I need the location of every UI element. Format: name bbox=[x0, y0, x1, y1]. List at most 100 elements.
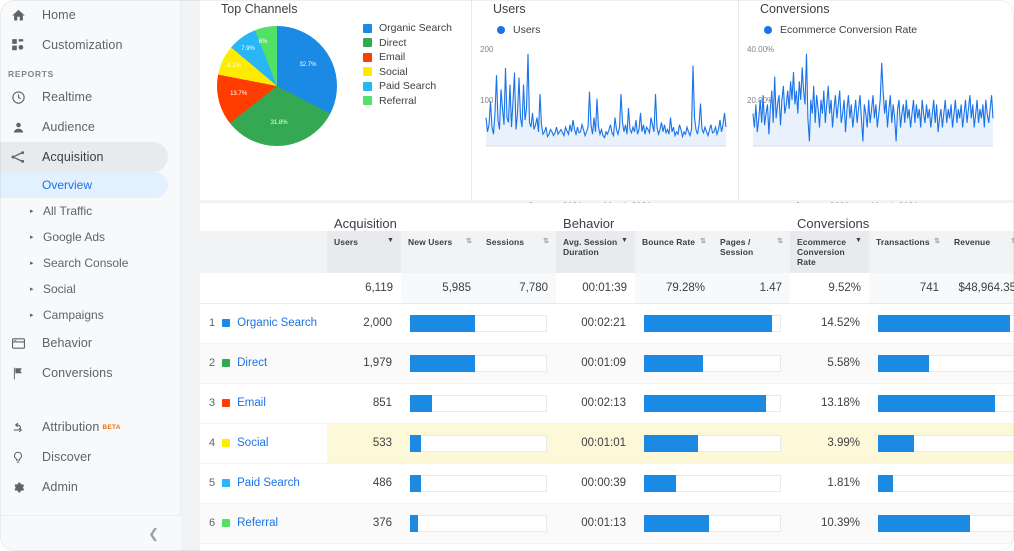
channel-name-link[interactable]: Email bbox=[237, 397, 266, 409]
sidebar-subitem-overview[interactable]: Overview bbox=[0, 172, 168, 198]
sort-toggle-icon[interactable]: ⇅ bbox=[777, 237, 783, 257]
table-column-header[interactable]: Transactions⇅ bbox=[869, 231, 947, 273]
legend-item[interactable]: Email bbox=[363, 50, 452, 65]
table-column-header[interactable]: Revenue⇅ bbox=[947, 231, 1014, 273]
bar-fill bbox=[878, 315, 1010, 332]
total-users: 6,119 bbox=[327, 273, 401, 303]
users-legend-dot bbox=[497, 26, 505, 34]
sidebar-item-home[interactable]: Home bbox=[0, 0, 180, 30]
sidebar-top-section: HomeCustomization bbox=[0, 0, 180, 60]
bar-track bbox=[878, 355, 1014, 372]
sidebar-subitem-campaigns[interactable]: ▸Campaigns bbox=[0, 302, 180, 328]
channel-name-link[interactable]: Organic Search bbox=[237, 317, 317, 329]
pie-legend: Organic Search DirectEmail SocialPaid Sear… bbox=[363, 21, 452, 108]
row-rank: 3 bbox=[209, 397, 215, 409]
legend-swatch bbox=[363, 38, 372, 47]
table-column-header[interactable]: Users▼ bbox=[327, 231, 401, 273]
sidebar-item-customization[interactable]: Customization bbox=[0, 30, 180, 60]
legend-item[interactable]: Paid Search bbox=[363, 79, 452, 94]
bar-fill bbox=[410, 515, 418, 532]
users-value: 2,000 bbox=[327, 303, 401, 343]
bar-track bbox=[878, 435, 1014, 452]
sort-desc-icon[interactable]: ▼ bbox=[855, 237, 862, 267]
channel-name-link[interactable]: Social bbox=[237, 437, 268, 449]
legend-item[interactable]: Direct bbox=[363, 36, 452, 51]
bar-fill bbox=[410, 475, 421, 492]
chart-svg bbox=[480, 40, 730, 158]
table-group-header-row: AcquisitionBehaviorConversions bbox=[200, 203, 1014, 231]
summary-cards-row: Top Channels 32.7%31.8%13.7%8.1%7.9%6% O… bbox=[200, 0, 1014, 200]
table-row[interactable]: 1Organic Search2,00000:02:2114.52% bbox=[200, 303, 1014, 343]
row-rank: 6 bbox=[209, 517, 215, 529]
chevron-left-icon[interactable]: ❮ bbox=[148, 527, 159, 540]
sort-toggle-icon[interactable]: ⇅ bbox=[700, 237, 706, 247]
sidebar-item-acquisition[interactable]: Acquisition bbox=[0, 142, 168, 172]
sort-desc-icon[interactable]: ▼ bbox=[621, 237, 628, 257]
table-column-header[interactable]: Pages / Session⇅ bbox=[713, 231, 790, 273]
table-row[interactable]: 3Email85100:02:1313.18% bbox=[200, 383, 1014, 423]
table-group-label: Acquisition bbox=[327, 203, 556, 231]
sidebar-item-admin[interactable]: Admin bbox=[0, 472, 180, 502]
channel-name-link[interactable]: Paid Search bbox=[237, 477, 300, 489]
users-legend-label: Users bbox=[513, 24, 540, 36]
sidebar-item-realtime[interactable]: Realtime bbox=[0, 82, 180, 112]
pie-slice-label: 8.1% bbox=[227, 63, 241, 69]
legend-label: Email bbox=[379, 51, 405, 63]
conversions-legend: Ecommerce Conversion Rate bbox=[764, 24, 917, 36]
table-column-header[interactable]: New Users⇅ bbox=[401, 231, 479, 273]
sidebar-subitem-google-ads[interactable]: ▸Google Ads bbox=[0, 224, 180, 250]
table-row[interactable]: 4Social53300:01:013.99% bbox=[200, 423, 1014, 463]
sort-toggle-icon[interactable]: ⇅ bbox=[934, 237, 940, 247]
table-row[interactable]: 6Referral37600:01:1310.39% bbox=[200, 503, 1014, 543]
users-line-chart: 200100January 2021March 2021 bbox=[480, 40, 730, 163]
table-row[interactable]: 5Paid Search48600:00:391.81% bbox=[200, 463, 1014, 503]
table-column-header[interactable]: Bounce Rate⇅ bbox=[635, 231, 713, 273]
bar-fill bbox=[410, 395, 432, 412]
sidebar-item-audience[interactable]: Audience bbox=[0, 112, 180, 142]
sidebar-item-label: Audience bbox=[42, 120, 95, 134]
bar-fill bbox=[410, 435, 421, 452]
y-axis-tick: 40.00% bbox=[747, 45, 774, 54]
bar-track bbox=[644, 355, 781, 372]
channel-color-swatch bbox=[222, 359, 230, 367]
sidebar-item-discover[interactable]: Discover bbox=[0, 442, 180, 472]
sidebar-subitem-all-traffic[interactable]: ▸All Traffic bbox=[0, 198, 180, 224]
sidebar-subitem-social[interactable]: ▸Social bbox=[0, 276, 180, 302]
ecommerce-conversion-rate-value: 1.81% bbox=[790, 463, 869, 503]
sort-toggle-icon[interactable]: ⇅ bbox=[466, 237, 472, 247]
new-users-bar-cell bbox=[401, 463, 556, 503]
table-row[interactable]: 2Direct1,97900:01:095.58% bbox=[200, 343, 1014, 383]
sidebar-item-behavior[interactable]: Behavior bbox=[0, 328, 180, 358]
bar-track bbox=[644, 475, 781, 492]
legend-swatch bbox=[363, 82, 372, 91]
channel-cell: 6 Referral bbox=[200, 503, 327, 543]
sidebar-item-attribution[interactable]: AttributionBETA bbox=[0, 412, 180, 442]
bulb-icon bbox=[8, 447, 28, 467]
channel-color-swatch bbox=[222, 519, 230, 527]
legend-label: Paid Search bbox=[379, 80, 436, 92]
sidebar-subitem-label: Search Console bbox=[43, 256, 128, 270]
legend-item[interactable]: Social bbox=[363, 65, 452, 80]
bounce-rate-bar-cell bbox=[635, 383, 790, 423]
table-column-header[interactable]: Sessions⇅ bbox=[479, 231, 556, 273]
legend-item[interactable]: Organic Search bbox=[363, 21, 452, 36]
bar-fill bbox=[644, 395, 766, 412]
channel-cell: 1Organic Search bbox=[200, 303, 327, 343]
table-totals-row: 6,1195,9857,78000:01:3979.28%1.479.52%74… bbox=[200, 273, 1014, 303]
channel-name-link[interactable]: Direct bbox=[237, 357, 267, 369]
table-column-header[interactable]: Avg. Session Duration▼ bbox=[556, 231, 635, 273]
users-value: 533 bbox=[327, 423, 401, 463]
legend-label: Organic Search bbox=[379, 22, 452, 34]
table-column-header[interactable]: Ecommerce Conversion Rate▼ bbox=[790, 231, 869, 273]
sort-toggle-icon[interactable]: ⇅ bbox=[543, 237, 549, 247]
sidebar-item-conversions[interactable]: Conversions bbox=[0, 358, 180, 388]
column-header-label: Revenue bbox=[954, 237, 990, 247]
channel-name-link[interactable]: Referral bbox=[237, 517, 278, 529]
sidebar-item-label: Attribution bbox=[42, 420, 99, 434]
channels-table: AcquisitionBehaviorConversionsUsers▼New … bbox=[200, 203, 1014, 544]
users-card: Users Users 200100January 2021March 2021 bbox=[472, 0, 739, 200]
sidebar-subitem-search-console[interactable]: ▸Search Console bbox=[0, 250, 180, 276]
table-group-label: Conversions bbox=[790, 203, 1014, 231]
sort-desc-icon[interactable]: ▼ bbox=[387, 237, 394, 247]
legend-item[interactable]: Referral bbox=[363, 94, 452, 109]
